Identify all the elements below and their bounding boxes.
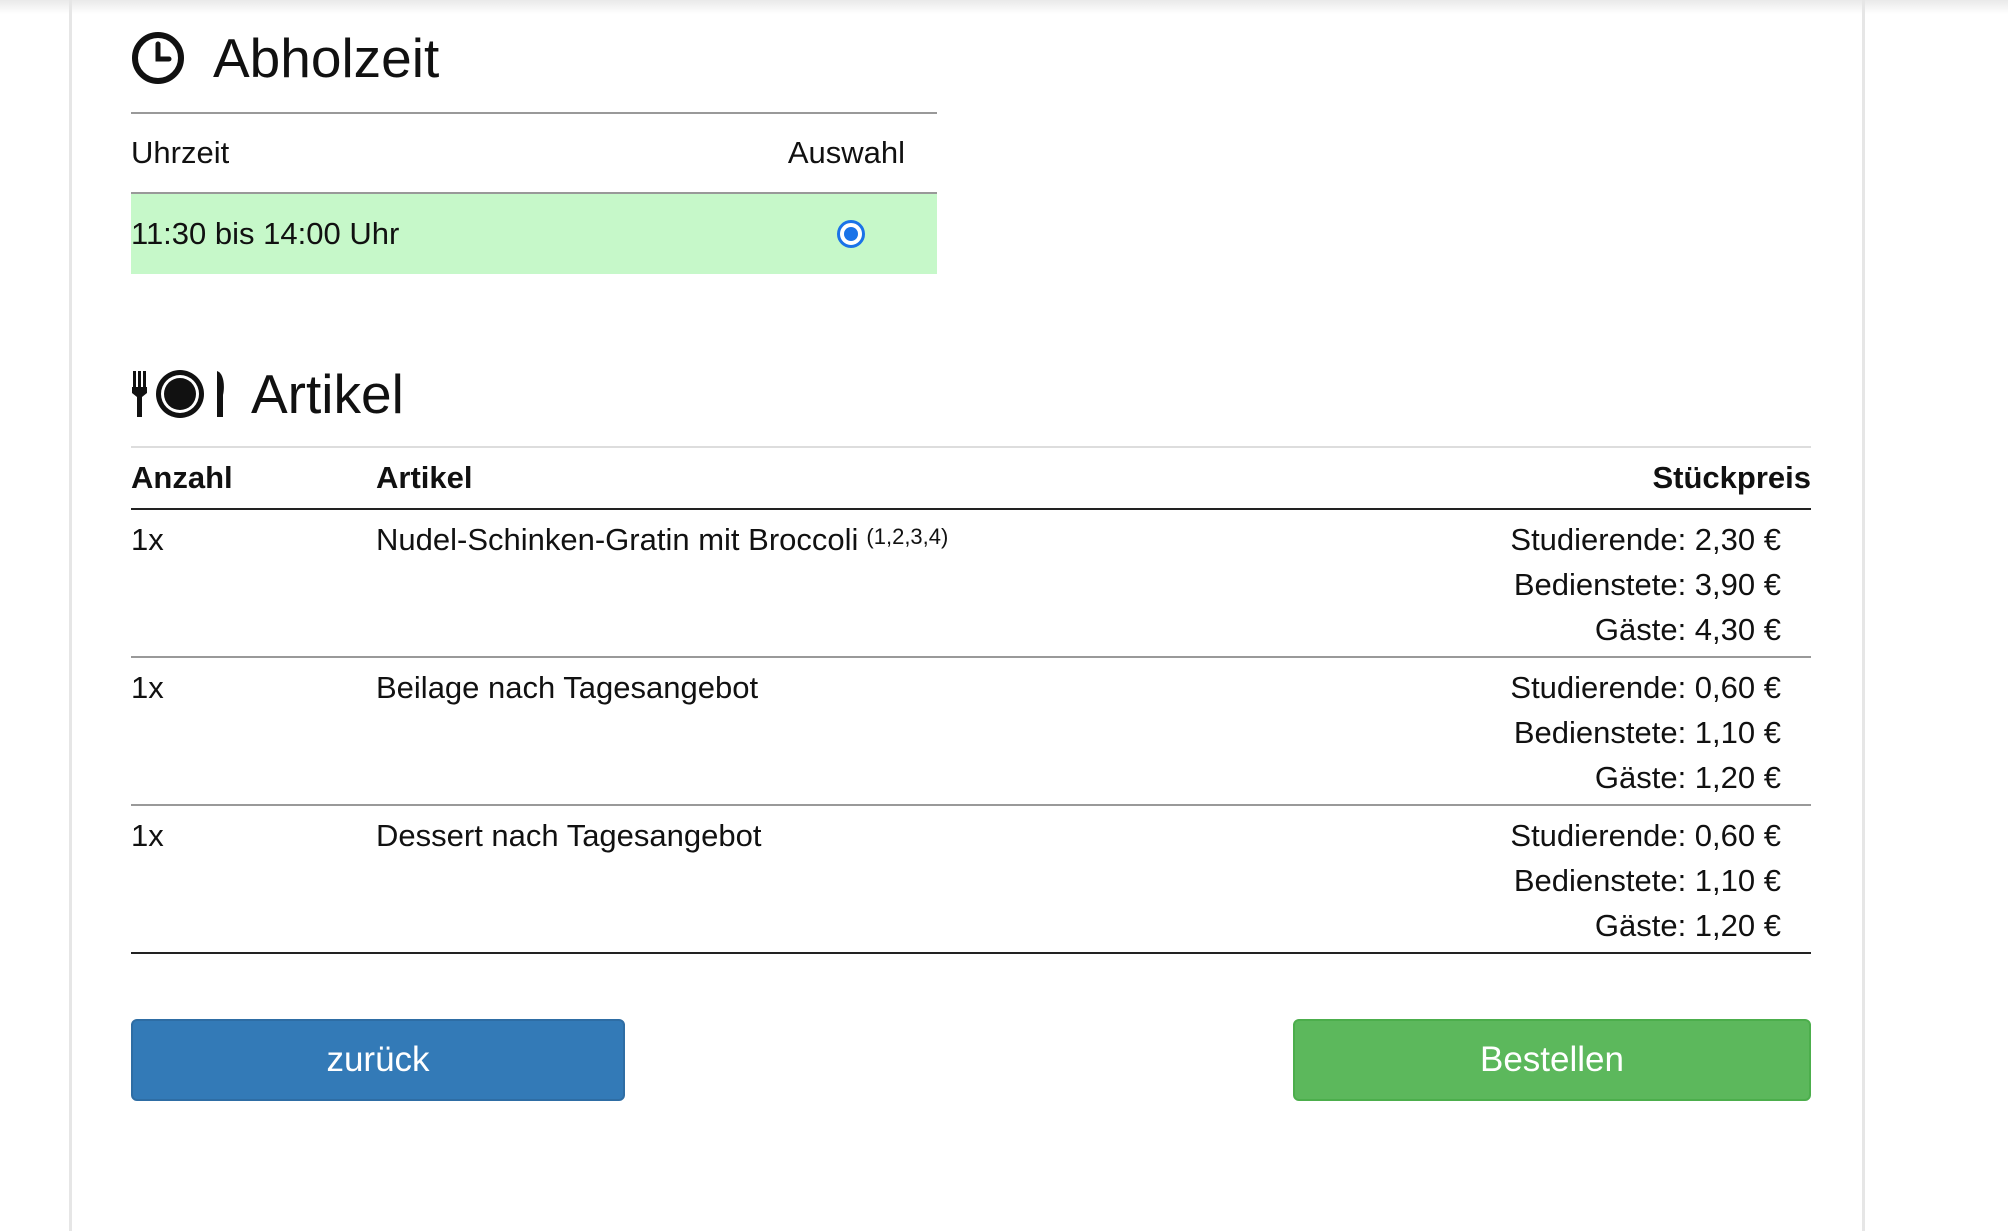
price-staff: Bedienstete: 3,90 € [1513,567,1781,602]
column-header-select: Auswahl [787,135,905,170]
price-staff: Bedienstete: 1,10 € [1513,715,1781,750]
article-table-header: Anzahl Artikel Stückpreis [131,448,1811,510]
row-prices: Studierende: 0,60 € Bedienstete: 1,10 € … [1411,670,1811,804]
back-button[interactable]: zurück [131,1019,625,1101]
column-header-article: Artikel [376,460,473,495]
column-header-price: Stückpreis [1652,460,1811,495]
clock-icon [131,31,185,85]
abholzeit-title: Abholzeit [213,27,440,89]
column-header-qty: Anzahl [131,460,233,495]
price-guests: Gäste: 1,20 € [1594,760,1781,795]
row-article: Nudel-Schinken-Gratin mit Broccoli (1,2,3… [376,522,1411,656]
row-prices: Studierende: 2,30 € Bedienstete: 3,90 € … [1411,522,1811,656]
page-container: Abholzeit Uhrzeit Auswahl 11:30 bis 14:0… [69,0,1865,1231]
cutlery-plate-icon [131,367,227,421]
price-staff: Bedienstete: 1,10 € [1513,863,1781,898]
price-students: Studierende: 2,30 € [1510,522,1781,557]
price-students: Studierende: 0,60 € [1510,818,1781,853]
table-row: 1x Nudel-Schinken-Gratin mit Broccoli (1,… [131,510,1811,658]
article-table: Anzahl Artikel Stückpreis 1x Nudel-Schin… [131,446,1811,954]
table-row: 1x Beilage nach Tagesangebot Studierende… [131,658,1811,806]
row-qty: 1x [131,670,164,705]
pickup-time-header: Uhrzeit Auswahl [131,114,937,194]
table-row: 1x Dessert nach Tagesangebot Studierende… [131,806,1811,954]
row-prices: Studierende: 0,60 € Bedienstete: 1,10 € … [1411,818,1811,952]
pickup-time-table: Uhrzeit Auswahl 11:30 bis 14:00 Uhr [131,112,937,274]
price-guests: Gäste: 4,30 € [1594,612,1781,647]
price-guests: Gäste: 1,20 € [1594,908,1781,943]
price-students: Studierende: 0,60 € [1510,670,1781,705]
radio-selected-dot [844,227,858,241]
row-qty: 1x [131,818,164,853]
column-header-time: Uhrzeit [131,135,230,170]
order-button[interactable]: Bestellen [1293,1019,1811,1101]
pickup-time-label: 11:30 bis 14:00 Uhr [131,216,400,251]
pickup-time-row[interactable]: 11:30 bis 14:00 Uhr [131,194,937,274]
pickup-time-radio[interactable] [837,220,865,248]
row-qty: 1x [131,522,164,557]
row-article-name: Nudel-Schinken-Gratin mit Broccoli [376,522,859,557]
artikel-title: Artikel [251,363,404,425]
row-article-name: Beilage nach Tagesangebot [376,670,759,705]
row-article-name: Dessert nach Tagesangebot [376,818,762,853]
row-additives: (1,2,3,4) [866,524,949,549]
abholzeit-heading: Abholzeit [131,26,439,90]
artikel-heading: Artikel [131,362,404,426]
